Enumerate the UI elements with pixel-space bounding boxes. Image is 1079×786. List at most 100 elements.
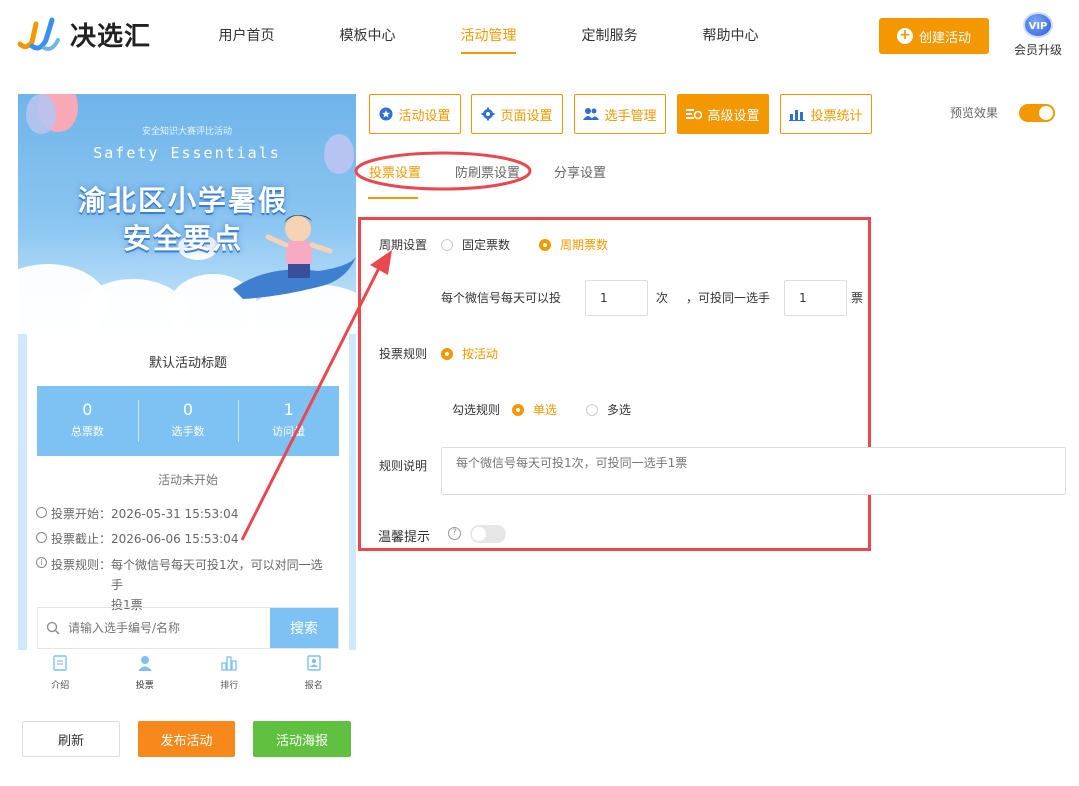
per-day-text: 每个微信号每天可以投 bbox=[441, 291, 562, 305]
times-unit: 次 bbox=[656, 291, 669, 305]
activity-poster-button[interactable]: 活动海报 bbox=[253, 721, 351, 757]
publish-activity-button[interactable]: 发布活动 bbox=[138, 721, 235, 757]
player-search: 搜索 bbox=[37, 607, 339, 649]
preview-effect-toggle[interactable] bbox=[1019, 104, 1055, 122]
brand-logo[interactable]: 决选汇 bbox=[16, 14, 151, 54]
nav-item-activities[interactable]: 活动管理 bbox=[428, 0, 549, 72]
tab-intro[interactable]: 介绍 bbox=[18, 650, 103, 694]
votes-per-player-input[interactable] bbox=[784, 280, 847, 316]
vote-rule-text: 每个微信号每天可投1次，可以对同一选手 投1票 bbox=[111, 555, 333, 615]
tab-label: 排行 bbox=[220, 681, 239, 691]
vote-start-line: 投票开始：2026-05-31 15:53:04 bbox=[36, 505, 238, 522]
stats-bar: 0 总票数 0 选手数 1 访问量 bbox=[37, 386, 339, 456]
tab-anti-fraud-settings[interactable]: 防刷票设置 bbox=[455, 162, 520, 181]
activity-settings-button[interactable]: 活动设置 bbox=[369, 94, 461, 134]
vote-end-line: 投票截止：2026-06-06 15:53:04 bbox=[36, 530, 238, 547]
logo-icon bbox=[16, 14, 64, 54]
select-rule-label: 勾选规则 bbox=[452, 403, 501, 417]
info-icon: i bbox=[36, 557, 47, 568]
radio-label: 按活动 bbox=[462, 347, 499, 361]
stat-value: 1 bbox=[283, 400, 294, 419]
radio-dot bbox=[441, 347, 453, 360]
star-icon bbox=[379, 107, 393, 121]
tab-share-settings[interactable]: 分享设置 bbox=[554, 162, 606, 181]
users-icon bbox=[583, 108, 600, 120]
radio-dot bbox=[586, 403, 598, 416]
player-management-button[interactable]: 选手管理 bbox=[574, 94, 666, 134]
user-icon bbox=[137, 656, 152, 671]
main-nav: 用户首页 模板中心 活动管理 定制服务 帮助中心 bbox=[186, 0, 791, 72]
vote-end-text: 投票截止：2026-06-06 15:53:04 bbox=[51, 532, 239, 546]
radio-label: 固定票数 bbox=[462, 238, 511, 252]
vote-rule-label: 投票规则 bbox=[379, 347, 428, 361]
radio-dot bbox=[441, 238, 453, 251]
kid-dolphin-illustration bbox=[233, 215, 356, 299]
votes-unit: 票 bbox=[851, 291, 864, 305]
tab-label: 投票 bbox=[135, 681, 154, 691]
bar-chart-icon bbox=[789, 110, 806, 121]
create-activity-label: 创建活动 bbox=[918, 30, 971, 46]
toolbar-label: 选手管理 bbox=[604, 108, 657, 124]
vote-rule-line: i 投票规则： 每个微信号每天可投1次，可以对同一选手 投1票 bbox=[36, 555, 333, 615]
settings-sliders-icon bbox=[686, 109, 703, 120]
bar-chart-icon bbox=[221, 656, 237, 671]
stat-value: 0 bbox=[82, 400, 93, 419]
help-icon[interactable]: ? bbox=[448, 527, 461, 540]
vote-rule-prefix: 投票规则： bbox=[51, 558, 112, 572]
radio-fixed-votes[interactable]: 固定票数 bbox=[441, 236, 510, 253]
tab-vote[interactable]: 投票 bbox=[103, 650, 188, 694]
create-activity-button[interactable]: + 创建活动 bbox=[879, 18, 989, 54]
tab-label: 介绍 bbox=[51, 681, 70, 691]
radio-multi-choice[interactable]: 多选 bbox=[586, 401, 631, 418]
nav-item-templates[interactable]: 模板中心 bbox=[307, 0, 428, 72]
advanced-settings-button[interactable]: 高级设置 bbox=[677, 94, 769, 134]
brand-name: 决选汇 bbox=[70, 21, 152, 52]
stat-total-votes: 0 总票数 bbox=[37, 386, 138, 456]
highlight-box bbox=[358, 217, 871, 551]
refresh-button[interactable]: 刷新 bbox=[22, 721, 120, 757]
rule-description-textarea[interactable] bbox=[441, 447, 1066, 495]
toolbar-label: 高级设置 bbox=[707, 108, 760, 124]
gear-icon bbox=[481, 107, 495, 121]
period-setting-label: 周期设置 bbox=[379, 238, 428, 252]
stat-label: 访问量 bbox=[272, 425, 306, 438]
tab-signup[interactable]: 报名 bbox=[272, 650, 357, 694]
radio-dot bbox=[539, 238, 551, 251]
preview-effect-label: 预览效果 bbox=[950, 106, 999, 120]
top-header: 决选汇 用户首页 模板中心 活动管理 定制服务 帮助中心 + 创建活动 VIP … bbox=[0, 0, 1079, 76]
tab-vote-settings[interactable]: 投票设置 bbox=[369, 162, 421, 181]
document-icon bbox=[53, 655, 67, 671]
radio-label: 周期票数 bbox=[560, 238, 609, 252]
radio-cycle-votes[interactable]: 周期票数 bbox=[539, 236, 608, 253]
warm-tip-toggle[interactable] bbox=[470, 525, 506, 543]
phone-preview: 安全知识大赛评比活动 Safety Essentials 渝北区小学暑假 安全要… bbox=[18, 94, 356, 694]
preview-banner: 安全知识大赛评比活动 Safety Essentials 渝北区小学暑假 安全要… bbox=[18, 94, 356, 334]
nav-item-custom-service[interactable]: 定制服务 bbox=[549, 0, 670, 72]
tab-ranking[interactable]: 排行 bbox=[187, 650, 272, 694]
radio-by-activity[interactable]: 按活动 bbox=[441, 345, 498, 362]
tab-label: 报名 bbox=[304, 681, 323, 691]
nav-item-help[interactable]: 帮助中心 bbox=[670, 0, 791, 72]
banner-subtitle: 安全知识大赛评比活动 bbox=[141, 127, 232, 137]
vote-statistics-button[interactable]: 投票统计 bbox=[780, 94, 872, 134]
search-button[interactable]: 搜索 bbox=[270, 608, 338, 648]
search-input[interactable] bbox=[68, 608, 270, 648]
radio-label: 单选 bbox=[533, 403, 558, 417]
banner-english-title: Safety Essentials bbox=[93, 144, 281, 162]
vote-rule-line1: 每个微信号每天可投1次，可以对同一选手 bbox=[111, 558, 323, 592]
toolbar-label: 投票统计 bbox=[810, 108, 863, 124]
activity-title: 默认活动标题 bbox=[148, 356, 227, 371]
times-per-day-input[interactable] bbox=[585, 280, 648, 316]
radio-single-choice[interactable]: 单选 bbox=[512, 401, 557, 418]
clock-icon bbox=[36, 532, 47, 543]
nav-item-home[interactable]: 用户首页 bbox=[186, 0, 307, 72]
toolbar-label: 页面设置 bbox=[500, 108, 553, 124]
radio-label: 多选 bbox=[607, 403, 632, 417]
vip-upgrade[interactable]: VIP 会员升级 bbox=[1008, 12, 1068, 58]
page-settings-button[interactable]: 页面设置 bbox=[471, 94, 563, 134]
activity-card: 默认活动标题 0 总票数 0 选手数 1 访问量 活动未开始 投票开始：2026… bbox=[27, 328, 349, 694]
stat-label: 总票数 bbox=[70, 425, 104, 438]
toolbar-label: 活动设置 bbox=[398, 108, 451, 124]
stat-visits: 1 访问量 bbox=[238, 386, 339, 456]
rule-description-label: 规则说明 bbox=[379, 459, 428, 473]
